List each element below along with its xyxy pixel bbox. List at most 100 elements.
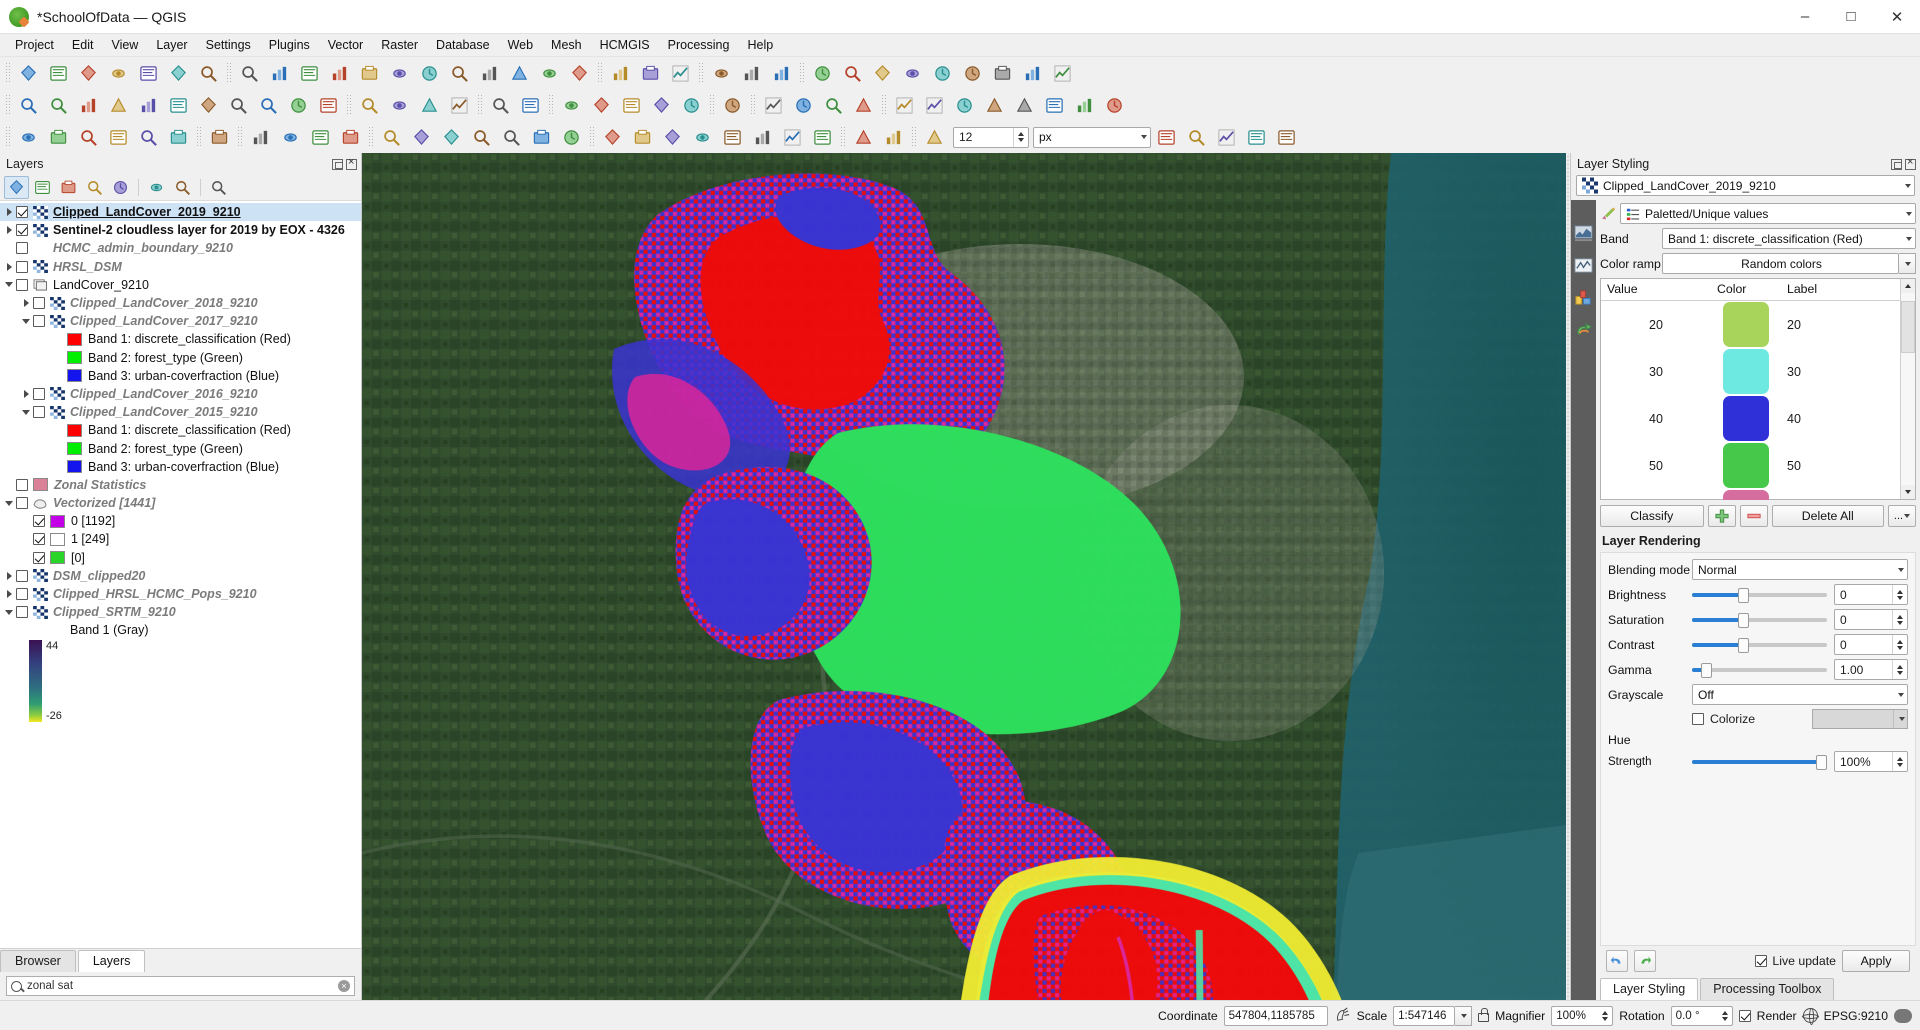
expand-arrow-icon[interactable] [2,571,16,580]
menu-item-hcmgis[interactable]: HCMGIS [591,36,659,54]
clear-search-icon[interactable]: × [338,980,350,992]
select-polygon-button[interactable] [354,91,384,119]
save-project-button[interactable] [73,59,103,87]
expand-arrow-icon[interactable] [2,226,16,235]
split-features-button[interactable] [657,123,687,151]
chart-plugin-button[interactable] [979,91,1009,119]
layer-row-vectorized-class-empty[interactable]: [0] [0,549,361,567]
gamma-spinbox[interactable]: 1.00 [1834,659,1908,680]
nearest-neighbour-button[interactable] [616,91,646,119]
expand-arrow-icon[interactable] [2,590,16,599]
cell-value[interactable]: 20 [1601,318,1711,332]
expand-arrow-icon[interactable] [2,208,16,217]
table-body[interactable]: 20203030404050506060 [1601,301,1900,500]
collapse-arrow-icon[interactable] [2,500,16,506]
layer-visibility-checkbox[interactable] [33,515,45,528]
toolbar-grip[interactable] [698,62,704,84]
layer-row-clipped-landcover-2015[interactable]: Clipped_LandCover_2015_9210 [0,403,361,421]
split-parts-button[interactable] [687,123,717,151]
classify-button[interactable]: Classify [1600,505,1704,527]
avoid-overlap-button[interactable] [1241,123,1271,151]
gamma-slider[interactable] [1692,662,1827,678]
value-table-row[interactable]: 40 40 [1601,395,1900,442]
history-button[interactable] [818,91,848,119]
layer-visibility-checkbox[interactable] [33,297,45,310]
panel-tab-browser[interactable]: Browser [0,950,76,972]
layer-row-clipped-landcover-2017[interactable]: Clipped_LandCover_2017_9210 [0,312,361,330]
plugin-2-button[interactable] [1039,91,1069,119]
results-button[interactable] [848,91,878,119]
cell-value[interactable]: 30 [1601,365,1711,379]
brightness-slider[interactable] [1692,587,1827,603]
node-tool-button[interactable] [275,123,305,151]
band-combo[interactable]: Band 1: discrete_classification (Red) [1662,228,1916,249]
collapse-all-button[interactable] [170,176,195,199]
layer-visibility-checkbox[interactable] [16,569,28,582]
menu-item-settings[interactable]: Settings [197,36,260,54]
toggle-editing-button[interactable] [13,123,43,151]
saturation-slider[interactable] [1692,612,1827,628]
toolbar-grip[interactable] [911,126,917,148]
scroll-thumb[interactable] [1901,301,1915,353]
value-color-table[interactable]: ValueColorLabel 20203030404050506060 [1600,278,1916,500]
plugin-4-button[interactable] [1099,91,1129,119]
layer-visibility-checkbox[interactable] [16,278,28,291]
toolbar-grip[interactable] [196,126,202,148]
cut-features-button[interactable] [335,123,365,151]
change-label-button[interactable] [313,91,343,119]
layer-row-vectorized-class-1[interactable]: 1 [249] [0,530,361,548]
pan-to-selection-button[interactable] [264,59,294,87]
offset-point-symbols-button[interactable] [807,123,837,151]
delete-selected-button[interactable] [305,123,335,151]
menu-item-layer[interactable]: Layer [147,36,196,54]
add-ring-button[interactable] [436,123,466,151]
histogram-icon[interactable] [1574,224,1593,243]
layer-row-dsm-clipped20[interactable]: DSM_clipped20 [0,567,361,585]
toolbar-grip[interactable] [709,94,715,116]
layer-row-zonal-statistics[interactable]: Zonal Statistics [0,476,361,494]
globe-button[interactable] [889,91,919,119]
zoom-to-native-button[interactable] [1017,59,1047,87]
layer-visibility-checkbox[interactable] [16,224,28,237]
saturation-spinbox[interactable]: 0 [1834,609,1908,630]
metadata-icon[interactable] [1574,320,1593,339]
layer-row-band1-2015[interactable]: Band 1: discrete_classification (Red) [0,421,361,439]
zoom-selection-button[interactable] [384,59,414,87]
contrast-slider[interactable] [1692,637,1827,653]
plugin-1-button[interactable] [1009,91,1039,119]
toolbar-grip[interactable] [5,126,11,148]
delete-all-button[interactable]: Delete All [1771,505,1884,527]
reverse-direction-button[interactable] [1151,123,1181,151]
toolbar-grip[interactable] [226,62,232,84]
panel-tab-layers[interactable]: Layers [77,950,146,972]
collapse-arrow-icon[interactable] [2,282,16,288]
open-project-button[interactable] [43,59,73,87]
layer-visibility-checkbox[interactable] [33,533,45,546]
layout-manager-button[interactable] [163,59,193,87]
layer-select-combo[interactable]: Clipped_LandCover_2019_9210 [1576,175,1915,196]
add-line-button[interactable] [73,123,103,151]
contrast-spinbox[interactable]: 0 [1834,634,1908,655]
menu-item-web[interactable]: Web [499,36,542,54]
toolbar-grip[interactable] [597,62,603,84]
toolbar-grip[interactable] [5,94,11,116]
text-annotation-2-button[interactable] [987,59,1017,87]
color-ramp-combo[interactable]: Random colors [1662,253,1899,274]
raster-calculator-button[interactable] [515,91,545,119]
pan-map-button[interactable] [234,59,264,87]
value-table-row[interactable]: 6060 [1601,489,1900,500]
open-attribute-table-button[interactable] [807,59,837,87]
overflow-button[interactable] [717,91,747,119]
layer-visibility-checkbox[interactable] [16,242,28,255]
layer-row-sentinel2-cloudless[interactable]: Sentinel-2 cloudless layer for 2019 by E… [0,221,361,239]
value-table-row[interactable]: 50 50 [1601,442,1900,489]
filter-legend-button[interactable] [82,176,107,199]
maximize-button[interactable]: □ [1828,0,1874,34]
zoom-layer-button[interactable] [414,59,444,87]
measure-line-button[interactable] [867,59,897,87]
add-record-button[interactable] [163,123,193,151]
abc-label-button[interactable] [73,91,103,119]
apply-button[interactable]: Apply [1842,950,1910,972]
show-hidden-labels-button[interactable] [193,91,223,119]
menu-item-help[interactable]: Help [738,36,782,54]
